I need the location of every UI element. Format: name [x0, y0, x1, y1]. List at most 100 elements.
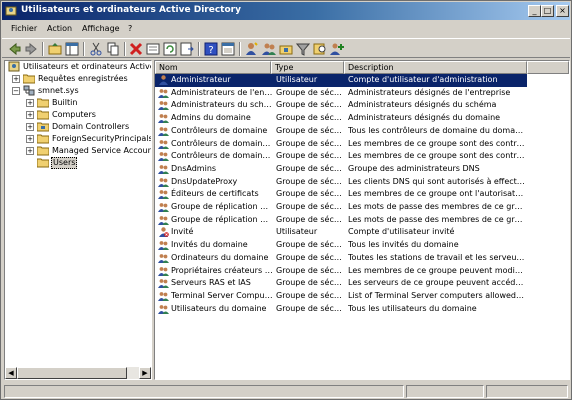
minimize-button[interactable]: _ [528, 5, 541, 17]
table-row[interactable]: Invité Utilisateur Compte d'utilisateur in… [155, 226, 527, 239]
find-icon[interactable] [313, 42, 327, 56]
column-header: Nom Type Description [155, 61, 569, 74]
table-row[interactable]: Contrôleurs de domaine ... Groupe de sécu… [155, 138, 527, 151]
cell-type: Groupe de sécu... [276, 303, 346, 313]
status-pane-3 [486, 385, 568, 398]
details-list[interactable]: Nom Type Description Administrateur Utili… [154, 60, 570, 380]
column-header-description[interactable]: Description [344, 61, 527, 74]
show-hide-tree-icon[interactable] [65, 42, 79, 56]
cell-type: Groupe de sécu... [276, 176, 346, 186]
forward-icon[interactable] [24, 42, 38, 56]
tree-label: Users [51, 157, 78, 169]
cell-name: Terminal Server Computers [171, 290, 273, 300]
user-disabled-icon [158, 227, 169, 238]
tree-item-managed-service-accounts[interactable]: + Managed Service Accounts [6, 145, 151, 157]
window-title: Utilisateurs et ordinateurs Active Direc… [21, 5, 241, 15]
menu-affichage[interactable]: Affichage [82, 24, 120, 33]
tree-horizontal-scrollbar[interactable]: ◀ ▶ [5, 367, 151, 379]
table-row[interactable]: Administrateurs du schéma Groupe de sécu.… [155, 99, 527, 112]
table-row[interactable]: Administrateur Utilisateur Compte d'utilis… [155, 74, 527, 87]
folder-icon [23, 74, 35, 84]
scroll-thumb[interactable] [17, 367, 127, 379]
table-row[interactable]: Groupe de réplication do... Groupe de séc… [155, 214, 527, 227]
help-icon[interactable]: ? [204, 42, 218, 56]
refresh-icon[interactable] [163, 42, 177, 56]
expand-icon[interactable]: + [26, 123, 34, 131]
group-icon [158, 240, 169, 251]
expand-icon[interactable]: + [26, 99, 34, 107]
new-ou-icon[interactable] [279, 42, 293, 56]
tree-root[interactable]: Utilisateurs et ordinateurs Active Di [6, 61, 151, 73]
new-user-icon[interactable] [245, 42, 259, 56]
toolbar-separator [124, 42, 126, 56]
tree-label: Requêtes enregistrées [38, 74, 128, 83]
table-row[interactable]: Propriétaires créateurs d... Groupe de sé… [155, 265, 527, 278]
folder-icon [37, 146, 49, 156]
expand-icon[interactable]: + [12, 75, 20, 83]
delete-icon[interactable] [129, 42, 143, 56]
table-row[interactable]: Éditeurs de certificats Groupe de sécu...… [155, 188, 527, 201]
tree-item-users[interactable]: Users [6, 157, 151, 169]
cell-name: Administrateurs de l'entrep... [171, 87, 273, 97]
expand-icon[interactable]: + [26, 135, 34, 143]
folder-icon [37, 110, 49, 120]
new-group-icon[interactable] [262, 42, 276, 56]
cell-name: Éditeurs de certificats [171, 189, 259, 199]
group-icon [158, 88, 169, 98]
tree-item-saved-queries[interactable]: + Requêtes enregistrées [6, 73, 151, 85]
tree-item-foreign-security-principals[interactable]: + ForeignSecurityPrincipals [6, 133, 151, 145]
group-icon [158, 113, 169, 124]
table-row[interactable]: Terminal Server Computers Groupe de sécu.… [155, 290, 527, 303]
up-icon[interactable] [48, 42, 62, 56]
cell-name: DnsAdmins [171, 163, 217, 173]
tree-item-computers[interactable]: + Computers [6, 109, 151, 121]
table-row[interactable]: DnsUpdateProxy Groupe de sécu... Les clien… [155, 176, 527, 189]
expand-icon[interactable]: + [26, 147, 34, 155]
tree-item-domain[interactable]: − smnet.sys [6, 85, 151, 97]
tree-item-domain-controllers[interactable]: + Domain Controllers [6, 121, 151, 133]
properties-icon[interactable] [146, 42, 160, 56]
cell-description: Les membres de ce groupe peuvent modifie… [348, 265, 525, 275]
console-help-icon[interactable] [221, 42, 235, 56]
cut-icon[interactable] [89, 42, 103, 56]
table-row[interactable]: Contrôleurs de domaine ... Groupe de sécu… [155, 150, 527, 163]
filter-icon[interactable] [296, 42, 310, 56]
table-row[interactable]: Ordinateurs du domaine Groupe de sécu... T… [155, 252, 527, 265]
table-row[interactable]: Invités du domaine Groupe de sécu... Tous … [155, 239, 527, 252]
maximize-button[interactable]: □ [541, 5, 554, 17]
copy-icon[interactable] [106, 42, 120, 56]
title-bar[interactable]: Utilisateurs et ordinateurs Active Direc… [2, 2, 570, 20]
table-row[interactable]: DnsAdmins Groupe de sécu... Groupe des adm… [155, 163, 527, 176]
app-window: Utilisateurs et ordinateurs Active Direc… [0, 0, 572, 400]
cell-name: Contrôleurs de domaine ... [171, 151, 273, 161]
tree-item-builtin[interactable]: + Builtin [6, 97, 151, 109]
table-row[interactable]: Utilisateurs du domaine Groupe de sécu...… [155, 303, 527, 316]
collapse-icon[interactable]: − [12, 87, 20, 95]
cell-name: Admins du domaine [171, 113, 251, 123]
cell-name: Invité [171, 227, 194, 237]
group-icon [158, 139, 169, 149]
table-row[interactable]: Groupe de réplication do... Groupe de séc… [155, 201, 527, 214]
export-list-icon[interactable] [180, 42, 194, 56]
back-icon[interactable] [8, 42, 22, 56]
table-row[interactable]: Admins du domaine Groupe de sécu... Admini… [155, 112, 527, 125]
cell-type: Groupe de sécu... [276, 214, 346, 224]
menu-fichier[interactable]: Fichier [11, 24, 37, 33]
add-to-group-icon[interactable] [330, 42, 344, 56]
cell-type: Utilisateur [276, 75, 318, 84]
expand-icon[interactable]: + [26, 111, 34, 119]
table-row[interactable]: Administrateurs de l'entrep...Groupe de … [155, 87, 527, 100]
cell-description: Administrateurs désignés du domaine [348, 113, 501, 123]
column-header-name[interactable]: Nom [155, 61, 271, 74]
cell-type: Groupe de sécu... [276, 290, 346, 300]
column-header-type[interactable]: Type [271, 61, 344, 74]
close-button[interactable]: × [556, 5, 569, 17]
console-tree[interactable]: Utilisateurs et ordinateurs Active Di + … [4, 60, 152, 380]
scroll-left-button[interactable]: ◀ [5, 367, 17, 379]
table-row[interactable]: Serveurs RAS et IAS Groupe de sécu... Les … [155, 277, 527, 290]
scroll-right-button[interactable]: ▶ [139, 367, 151, 379]
table-row[interactable]: Contrôleurs de domaine Groupe de sécu... T… [155, 125, 527, 138]
menu-action[interactable]: Action [47, 24, 72, 33]
cell-name: Invités du domaine [171, 240, 248, 250]
menu-help[interactable]: ? [128, 24, 132, 33]
